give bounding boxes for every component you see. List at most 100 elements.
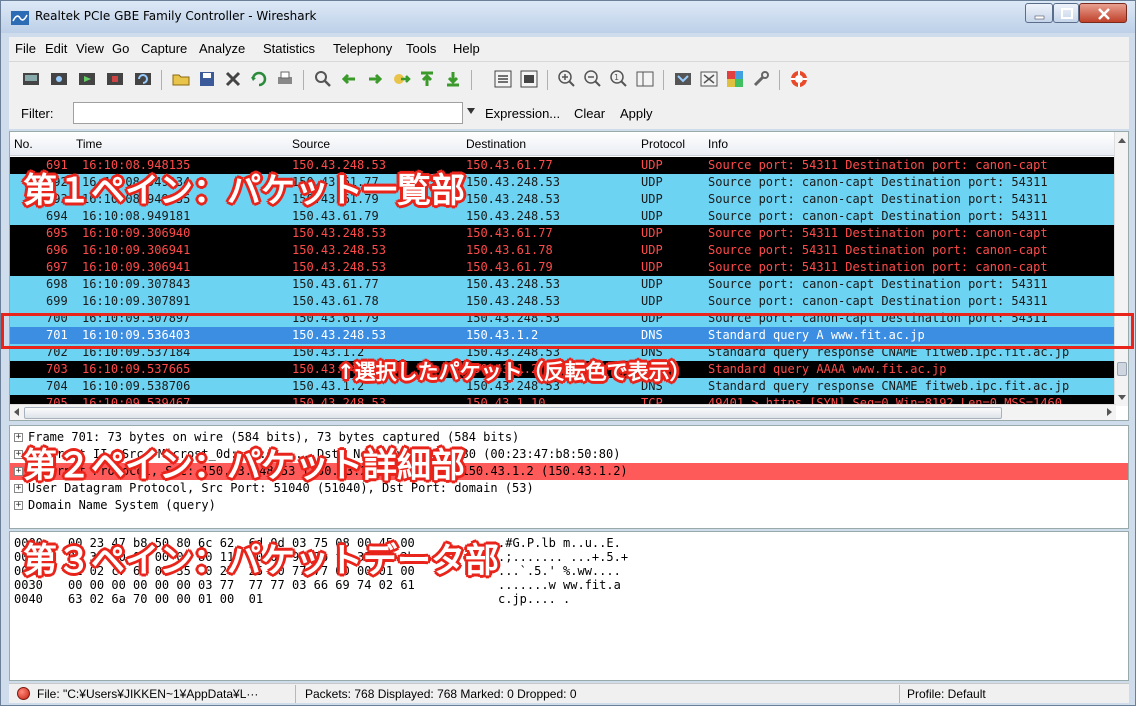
column-header-source[interactable]: Source bbox=[292, 137, 330, 151]
go-back-icon[interactable] bbox=[339, 69, 359, 89]
hscroll-thumb[interactable] bbox=[24, 407, 1002, 419]
scroll-right-icon[interactable] bbox=[1107, 408, 1112, 416]
column-header-no[interactable]: No. bbox=[14, 137, 33, 151]
go-first-packet-icon[interactable] bbox=[417, 69, 437, 89]
filter-input[interactable] bbox=[73, 102, 463, 124]
cell-proto: UDP bbox=[641, 243, 663, 257]
zoom-normal-icon[interactable]: 1 bbox=[609, 69, 629, 89]
filter-clear-button[interactable]: Clear bbox=[574, 106, 605, 121]
hex-off: 0040 bbox=[14, 592, 43, 606]
cell-info: Standard query response CNAME fitweb.ipc… bbox=[708, 379, 1070, 393]
close-button[interactable] bbox=[1079, 3, 1127, 23]
column-header-time[interactable]: Time bbox=[76, 137, 102, 151]
menu-help[interactable]: Help bbox=[453, 41, 480, 56]
packet-list-vscroll[interactable] bbox=[1114, 132, 1128, 406]
go-to-packet-icon[interactable] bbox=[391, 69, 411, 89]
preferences-icon[interactable] bbox=[751, 69, 771, 89]
zoom-in-icon[interactable] bbox=[557, 69, 577, 89]
open-file-icon[interactable] bbox=[171, 69, 191, 89]
cell-time: 16:10:09.306941 bbox=[82, 243, 191, 257]
table-row[interactable]: 699 16:10:09.307891 150.43.61.78 150.43.248… bbox=[10, 293, 1116, 310]
title-bar[interactable]: Realtek PCIe GBE Family Controller - Wir… bbox=[1, 1, 1135, 33]
menu-edit[interactable]: Edit bbox=[45, 41, 67, 56]
print-icon[interactable] bbox=[275, 69, 295, 89]
stop-capture-icon[interactable] bbox=[105, 69, 125, 89]
packet-list-hscroll[interactable] bbox=[10, 404, 1116, 420]
cell-dst: 150.43.248.53 bbox=[466, 277, 560, 291]
filter-apply-button[interactable]: Apply bbox=[620, 106, 653, 121]
column-header-protocol[interactable]: Protocol bbox=[641, 137, 685, 151]
detail-row[interactable]: + Domain Name System (query) bbox=[10, 497, 1128, 514]
cell-dst: 150.43.248.53 bbox=[466, 175, 560, 189]
menu-telephony[interactable]: Telephony bbox=[333, 41, 392, 56]
scroll-left-icon[interactable] bbox=[14, 408, 19, 416]
expand-icon[interactable]: + bbox=[14, 484, 23, 493]
menu-go[interactable]: Go bbox=[112, 41, 129, 56]
menu-capture[interactable]: Capture bbox=[141, 41, 187, 56]
cell-proto: UDP bbox=[641, 277, 663, 291]
reload-icon[interactable] bbox=[249, 69, 269, 89]
cell-info: Source port: canon-capt Destination port… bbox=[708, 311, 1048, 325]
expand-icon[interactable]: + bbox=[14, 501, 23, 510]
go-last-packet-icon[interactable] bbox=[443, 69, 463, 89]
restart-capture-icon[interactable] bbox=[133, 69, 153, 89]
expert-info-icon[interactable] bbox=[17, 687, 30, 700]
hex-ascii: ...`.5.' %.ww.... bbox=[498, 564, 621, 578]
menu-tools[interactable]: Tools bbox=[406, 41, 436, 56]
menu-analyze[interactable]: Analyze bbox=[199, 41, 245, 56]
close-file-icon[interactable] bbox=[223, 69, 243, 89]
filter-label: Filter: bbox=[21, 106, 54, 121]
hex-ascii: .#G.P.lb m..u..E. bbox=[498, 536, 621, 550]
cell-info: Source port: canon-capt Destination port… bbox=[708, 175, 1048, 189]
hex-row[interactable]: 0040 63 02 6a 70 00 00 01 00 01 c.jp.... . bbox=[14, 592, 1114, 606]
interfaces-icon[interactable] bbox=[21, 69, 41, 89]
expand-icon[interactable]: + bbox=[14, 467, 23, 476]
menu-file[interactable]: File bbox=[15, 41, 36, 56]
coloring-rules-icon[interactable] bbox=[725, 69, 745, 89]
table-row[interactable]: 697 16:10:09.306941 150.43.248.53 150.43.61… bbox=[10, 259, 1116, 276]
cell-src: 150.43.248.53 bbox=[292, 260, 386, 274]
expand-icon[interactable]: + bbox=[14, 450, 23, 459]
status-packets: Packets: 768 Displayed: 768 Marked: 0 Dr… bbox=[305, 687, 577, 701]
table-row[interactable]: 698 16:10:09.307843 150.43.61.77 150.43.248… bbox=[10, 276, 1116, 293]
vscroll-thumb[interactable] bbox=[1117, 362, 1127, 376]
cell-time: 16:10:09.536403 bbox=[82, 328, 191, 342]
menu-statistics[interactable]: Statistics bbox=[263, 41, 315, 56]
scroll-down-icon[interactable] bbox=[1118, 395, 1126, 400]
cell-info: Source port: 54311 Destination port: can… bbox=[708, 243, 1048, 257]
main-toolbar: 1 bbox=[9, 61, 1129, 99]
cell-dst: 150.43.61.79 bbox=[466, 260, 553, 274]
display-filters-icon[interactable] bbox=[699, 69, 719, 89]
table-row[interactable]: 700 16:10:09.307897 150.43.61.79 150.43.248… bbox=[10, 310, 1116, 327]
zoom-out-icon[interactable] bbox=[583, 69, 603, 89]
auto-scroll-icon[interactable] bbox=[519, 69, 539, 89]
status-separator bbox=[295, 685, 296, 703]
resize-columns-icon[interactable] bbox=[635, 69, 655, 89]
cell-info: Source port: canon-capt Destination port… bbox=[708, 294, 1048, 308]
scroll-up-icon[interactable] bbox=[1118, 138, 1126, 143]
colorize-icon[interactable] bbox=[493, 69, 513, 89]
help-icon[interactable] bbox=[789, 69, 809, 89]
capture-filters-icon[interactable] bbox=[673, 69, 693, 89]
maximize-button[interactable] bbox=[1053, 3, 1079, 23]
minimize-icon bbox=[1034, 15, 1045, 20]
packet-list-header: No. Time Source Destination Protocol Inf… bbox=[10, 132, 1116, 156]
table-row[interactable]: 695 16:10:09.306940 150.43.248.53 150.43.61… bbox=[10, 225, 1116, 242]
save-file-icon[interactable] bbox=[197, 69, 217, 89]
filter-dropdown-icon[interactable] bbox=[467, 108, 475, 114]
find-packet-icon[interactable] bbox=[313, 69, 333, 89]
filter-expression-button[interactable]: Expression... bbox=[485, 106, 560, 121]
start-capture-icon[interactable] bbox=[77, 69, 97, 89]
table-row[interactable]: 696 16:10:09.306941 150.43.248.53 150.43.61… bbox=[10, 242, 1116, 259]
status-profile[interactable]: Profile: Default bbox=[907, 687, 986, 701]
table-row-selected[interactable]: 701 16:10:09.536403 150.43.248.53 150.43.1.… bbox=[10, 327, 1116, 344]
column-header-destination[interactable]: Destination bbox=[466, 137, 526, 151]
toolbar-separator bbox=[779, 70, 780, 90]
cell-src: 150.43.248.53 bbox=[292, 243, 386, 257]
minimize-button[interactable] bbox=[1025, 3, 1053, 23]
menu-view[interactable]: View bbox=[76, 41, 104, 56]
column-header-info[interactable]: Info bbox=[708, 137, 728, 151]
go-forward-icon[interactable] bbox=[365, 69, 385, 89]
expand-icon[interactable]: + bbox=[14, 433, 23, 442]
capture-options-icon[interactable] bbox=[49, 69, 69, 89]
